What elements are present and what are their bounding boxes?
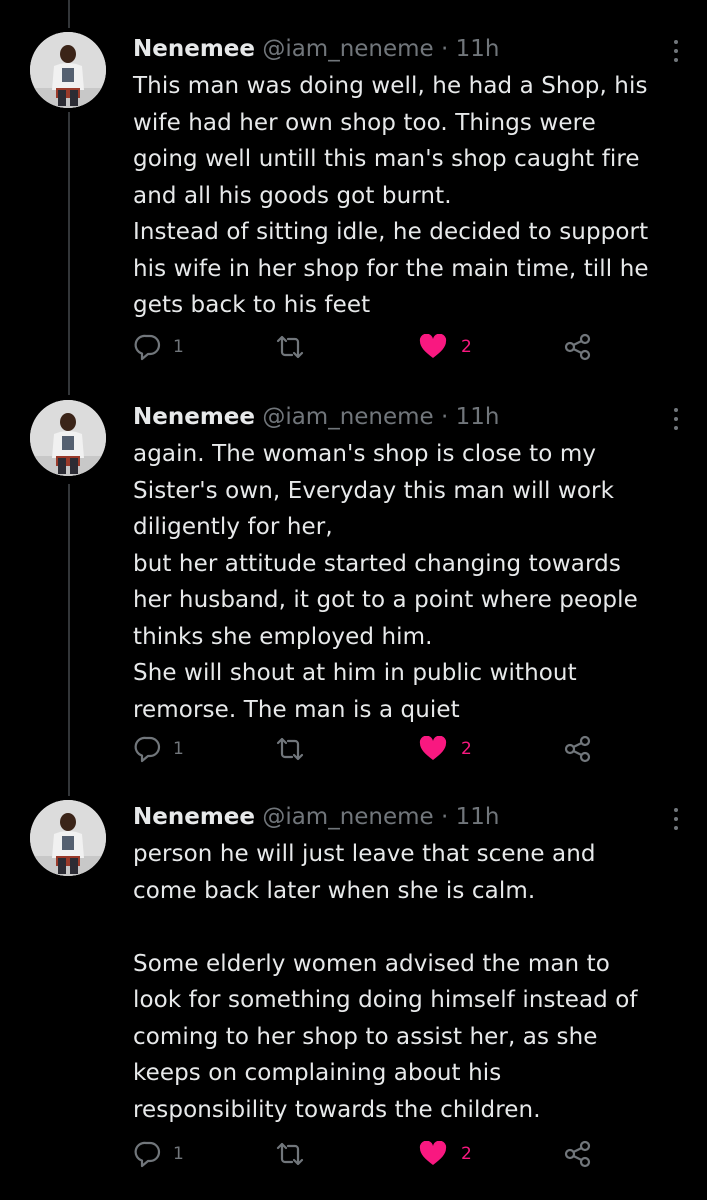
tweet[interactable]: Nenemee @iam_neneme · 11h person he will… [0,800,707,1180]
avatar[interactable] [30,32,106,108]
reply-count: 1 [173,1144,184,1164]
tweet-text: again. The woman's shop is close to my S… [133,441,638,723]
timestamp[interactable]: 11h [456,404,500,430]
reply-button[interactable]: 1 [133,331,184,363]
action-bar: 1 2 [133,1138,613,1170]
more-icon[interactable] [673,40,679,64]
share-icon [563,734,593,764]
avatar[interactable] [30,400,106,476]
author-handle[interactable]: @iam_neneme [262,804,433,830]
retweet-icon [273,332,307,362]
like-count: 2 [461,739,472,759]
avatar[interactable] [30,800,106,876]
share-button[interactable] [563,1138,593,1170]
timestamp[interactable]: 11h [456,804,500,830]
share-icon [563,332,593,362]
tweet-header: Nenemee @iam_neneme · 11h [133,400,500,434]
share-button[interactable] [563,331,593,363]
like-count: 2 [461,337,472,357]
author-handle[interactable]: @iam_neneme [262,404,433,430]
retweet-icon [273,734,307,764]
timestamp[interactable]: 11h [456,36,500,62]
action-bar: 1 2 [133,733,613,765]
retweet-button[interactable] [273,1138,307,1170]
tweet-text: This man was doing well, he had a Shop, … [133,73,649,318]
like-count: 2 [461,1144,472,1164]
more-icon[interactable] [673,808,679,832]
thread-line [68,0,70,28]
reply-button[interactable]: 1 [133,1138,184,1170]
heart-icon [419,1141,447,1167]
reply-count: 1 [173,739,184,759]
share-button[interactable] [563,733,593,765]
reply-icon [133,332,163,362]
tweet-header: Nenemee @iam_neneme · 11h [133,32,500,66]
like-button[interactable]: 2 [419,331,472,363]
like-button[interactable]: 2 [419,733,472,765]
like-button[interactable]: 2 [419,1138,472,1170]
heart-icon [419,736,447,762]
tweet[interactable]: Nenemee @iam_neneme · 11h This man was d… [0,32,707,372]
retweet-button[interactable] [273,331,307,363]
share-icon [563,1139,593,1169]
retweet-button[interactable] [273,733,307,765]
more-icon[interactable] [673,408,679,432]
tweet-header: Nenemee @iam_neneme · 11h [133,800,500,834]
tweet[interactable]: Nenemee @iam_neneme · 11h again. The wom… [0,400,707,770]
reply-icon [133,1139,163,1169]
reply-button[interactable]: 1 [133,733,184,765]
action-bar: 1 2 [133,331,613,363]
author-name[interactable]: Nenemee [133,36,255,62]
retweet-icon [273,1139,307,1169]
heart-icon [419,334,447,360]
tweet-text: person he will just leave that scene and… [133,841,638,1123]
reply-count: 1 [173,337,184,357]
separator-dot: · [441,804,449,830]
author-name[interactable]: Nenemee [133,804,255,830]
reply-icon [133,734,163,764]
author-handle[interactable]: @iam_neneme [262,36,433,62]
author-name[interactable]: Nenemee [133,404,255,430]
separator-dot: · [441,36,449,62]
separator-dot: · [441,404,449,430]
